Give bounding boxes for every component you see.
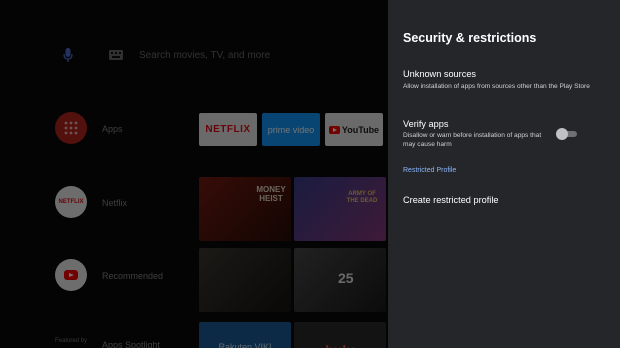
row-label-apps-spotlight: Apps Spotlight (102, 340, 161, 348)
home-screen: Search movies, TV, and more Apps NETFLIX… (0, 0, 388, 348)
poster-title: ARMY OF THE DEAD (346, 191, 378, 204)
unknown-sources-description: Allow installation of apps from sources … (403, 83, 590, 90)
microphone-icon[interactable] (55, 42, 81, 68)
rakuten-viki-tile[interactable]: Rakuten VIKI (199, 322, 291, 348)
panel-title: Security & restrictions (403, 31, 537, 45)
recommended-poster-2[interactable]: 25 (294, 248, 386, 312)
youtube-tile[interactable]: YouTube (325, 113, 383, 146)
verify-apps-toggle[interactable] (556, 128, 578, 140)
poster-title: MONEY HEIST (256, 185, 286, 203)
netflix-tile[interactable]: NETFLIX (199, 113, 257, 146)
youtube-logo-icon (328, 125, 340, 134)
toggle-thumb (556, 128, 568, 140)
youtube-icon[interactable] (55, 259, 87, 291)
netflix-icon[interactable]: NETFLIX (55, 186, 87, 218)
netflix-poster-money-heist[interactable]: MONEY HEIST (199, 177, 291, 241)
restricted-profile-section-label: Restricted Profile (403, 167, 457, 174)
unknown-sources-title: Unknown sources (403, 69, 477, 79)
verify-apps-description: Disallow or warn before installation of … (403, 132, 542, 148)
search-placeholder: Search movies, TV, and more (139, 49, 271, 61)
row-label-recommended: Recommended (102, 271, 164, 281)
row-label-netflix: Netflix (102, 198, 128, 208)
apps-grid-icon[interactable] (55, 112, 87, 144)
poster-title: 25 (338, 270, 354, 286)
youtube-play-icon (64, 270, 78, 280)
create-restricted-profile-title: Create restricted profile (403, 195, 499, 205)
hulu-tile[interactable]: hulu (294, 322, 386, 348)
verify-apps-title: Verify apps (403, 119, 449, 129)
security-restrictions-panel: Security & restrictions Unknown sources … (388, 0, 620, 348)
search-bar[interactable]: Search movies, TV, and more (55, 42, 270, 68)
prime-video-tile[interactable]: prime video (262, 113, 320, 146)
netflix-icon-text: NETFLIX (58, 199, 84, 205)
youtube-tile-label: YouTube (341, 124, 380, 135)
keyboard-icon[interactable] (103, 42, 129, 68)
row-label-apps: Apps (102, 124, 123, 134)
recommended-poster-1[interactable] (199, 248, 291, 312)
netflix-poster-army-of-the-dead[interactable]: ARMY OF THE DEAD (294, 177, 386, 241)
featured-by-label: Featured by (55, 338, 88, 344)
